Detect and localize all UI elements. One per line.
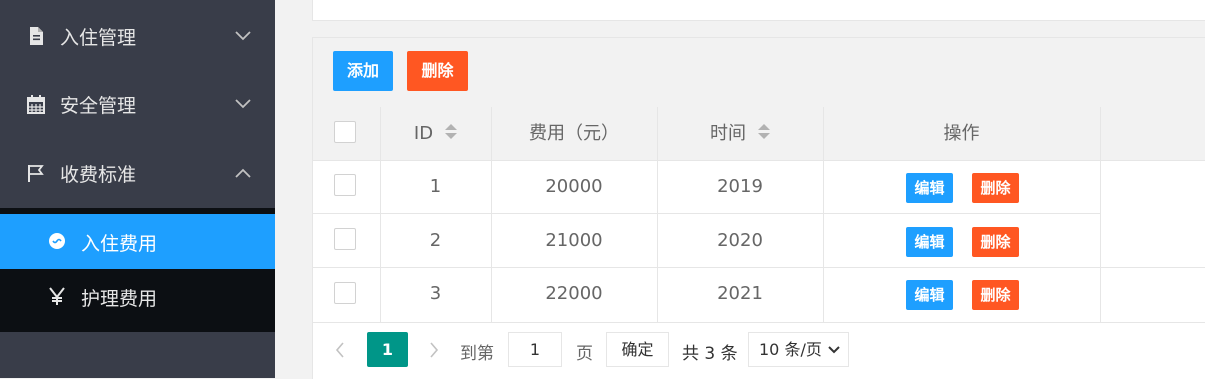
- menu-label: 入住管理: [60, 27, 137, 49]
- row-checkbox[interactable]: [334, 174, 356, 196]
- chevron-right-icon[interactable]: [429, 342, 439, 358]
- submenu: 入住费用 护理费用: [0, 208, 275, 332]
- menu-label: 收费标准: [60, 164, 137, 186]
- column-header-fee: 费用（元）: [529, 123, 619, 144]
- chevron-up-icon: [235, 168, 251, 178]
- sort-icon[interactable]: [445, 124, 458, 140]
- sub-item-checkin-fees[interactable]: 入住费用: [0, 214, 275, 269]
- column-divider: [1100, 107, 1101, 322]
- sidebar: 入住管理 安全管理 收费标准 入住费用 护理费用: [0, 0, 275, 378]
- add-button[interactable]: 添加: [333, 51, 393, 91]
- column-header-actions: 操作: [943, 123, 980, 144]
- sub-item-nursing-fees[interactable]: 护理费用: [0, 269, 275, 324]
- delete-button[interactable]: 删除: [972, 173, 1019, 203]
- edit-button[interactable]: 编辑: [906, 173, 953, 203]
- page-size-value: 10 条/页: [759, 340, 822, 359]
- cell-time: 2019: [717, 176, 763, 197]
- chevron-down-icon: [235, 31, 251, 41]
- column-divider: [823, 107, 824, 322]
- chevron-left-icon[interactable]: [335, 342, 345, 358]
- row-checkbox[interactable]: [334, 282, 356, 304]
- menu-label: 安全管理: [60, 95, 137, 117]
- sub-item-label: 入住费用: [81, 233, 158, 255]
- cell-id: 2: [429, 230, 442, 251]
- cell-id: 3: [429, 283, 442, 304]
- column-header-time[interactable]: 时间: [657, 107, 823, 160]
- cell-fee: 22000: [545, 283, 603, 304]
- goto-label: 到第: [460, 344, 494, 364]
- yen-icon: [49, 287, 65, 305]
- select-all-checkbox[interactable]: [334, 121, 356, 143]
- cell-fee: 20000: [545, 176, 603, 197]
- flag-icon: [28, 165, 44, 182]
- data-table: ID 费用（元） 时间 操作 1 20000 2019 编辑 删除 2 2100…: [312, 107, 1205, 322]
- circle-icon: [49, 233, 65, 249]
- table-header: ID 费用（元） 时间 操作: [313, 107, 1205, 161]
- chevron-down-icon: [828, 346, 840, 354]
- edit-button[interactable]: 编辑: [906, 280, 953, 310]
- delete-button[interactable]: 删除: [972, 227, 1019, 257]
- calendar-icon: [27, 95, 45, 114]
- document-icon: [30, 27, 43, 45]
- page-unit-label: 页: [576, 344, 593, 364]
- current-page[interactable]: 1: [367, 332, 408, 367]
- sort-icon[interactable]: [758, 124, 770, 140]
- page-size-select[interactable]: 10 条/页: [748, 332, 849, 367]
- total-count: 共 3 条: [682, 344, 738, 364]
- top-panel: [312, 0, 1205, 21]
- edit-button[interactable]: 编辑: [906, 227, 953, 257]
- menu-item-fee-standards[interactable]: 收费标准: [0, 139, 275, 207]
- cell-id: 1: [429, 176, 442, 197]
- row-checkbox[interactable]: [334, 228, 356, 250]
- chevron-down-icon: [235, 99, 251, 109]
- cell-fee: 21000: [545, 230, 603, 251]
- confirm-button[interactable]: 确定: [606, 332, 669, 367]
- menu-item-security-management[interactable]: 安全管理: [0, 70, 275, 138]
- delete-button[interactable]: 删除: [972, 280, 1019, 310]
- menu-item-checkin-management[interactable]: 入住管理: [0, 2, 275, 70]
- sub-item-label: 护理费用: [81, 288, 158, 310]
- cell-time: 2021: [717, 283, 763, 304]
- batch-delete-button[interactable]: 删除: [407, 51, 468, 91]
- cell-time: 2020: [717, 230, 763, 251]
- column-header-id[interactable]: ID: [380, 107, 491, 160]
- page-number-input[interactable]: 1: [508, 332, 562, 367]
